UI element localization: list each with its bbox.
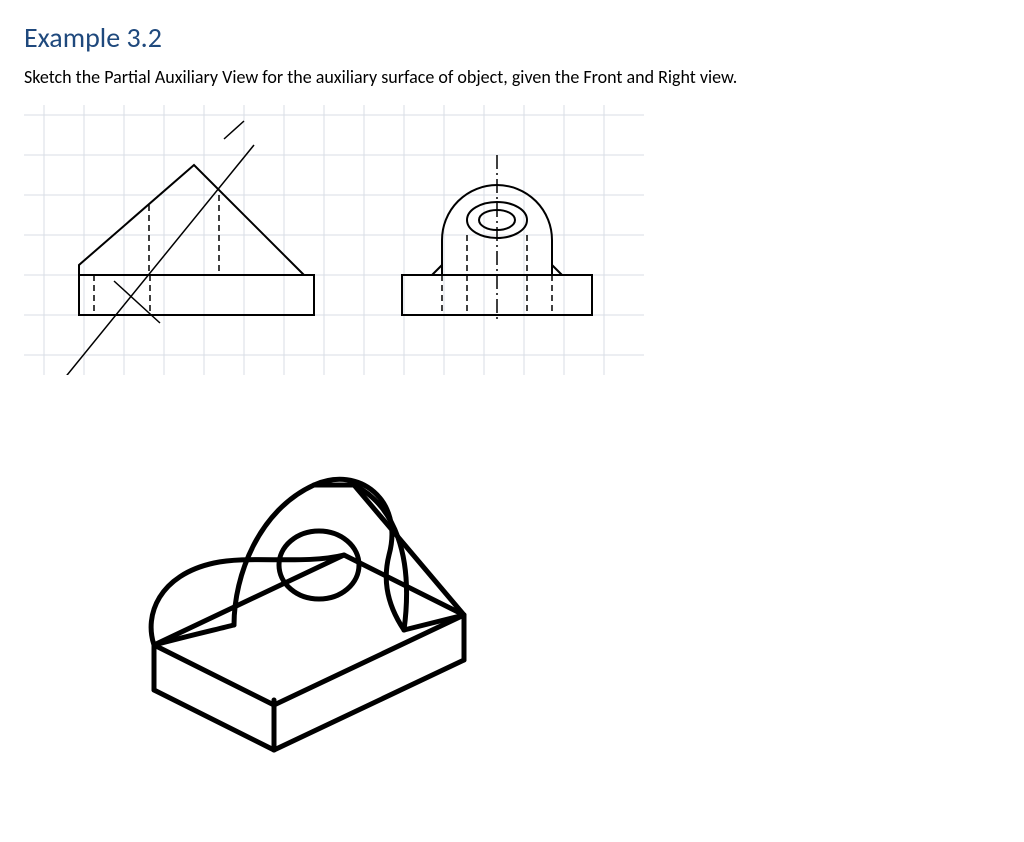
isometric-figure [24, 415, 1000, 775]
front-view [79, 165, 314, 315]
example-prompt: Sketch the Partial Auxiliary View for th… [24, 65, 1000, 89]
orthographic-views-figure [24, 105, 1000, 375]
orthographic-svg [24, 105, 644, 375]
example-heading: Example 3.2 [24, 20, 1000, 55]
isometric-svg [84, 415, 504, 775]
